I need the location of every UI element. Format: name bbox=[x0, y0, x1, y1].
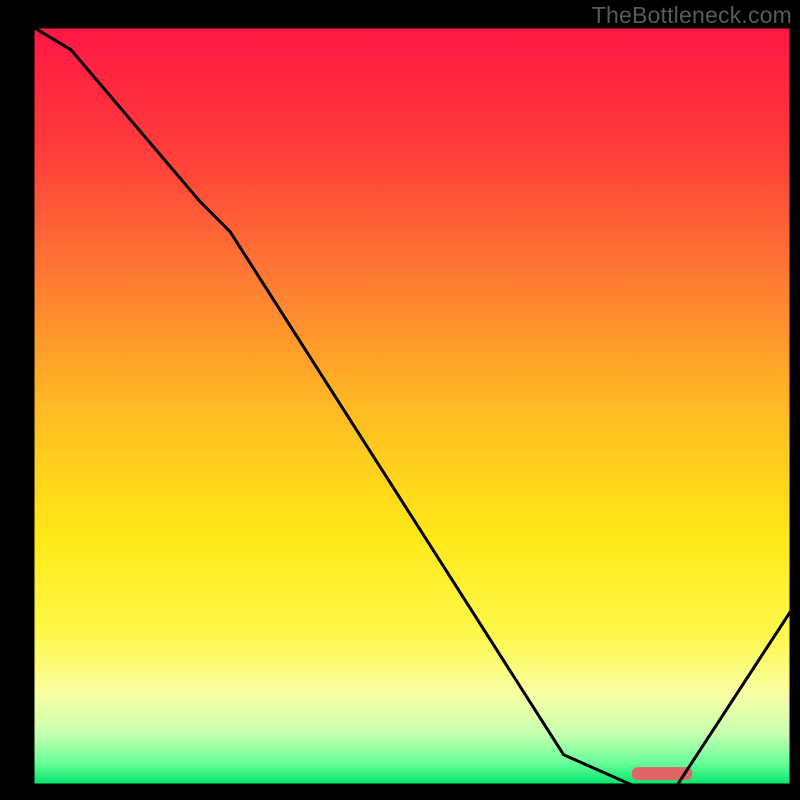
chart-container: TheBottleneck.com bbox=[0, 0, 800, 800]
bottleneck-chart bbox=[33, 27, 791, 785]
watermark-text: TheBottleneck.com bbox=[592, 2, 792, 29]
plot-area bbox=[33, 27, 791, 785]
